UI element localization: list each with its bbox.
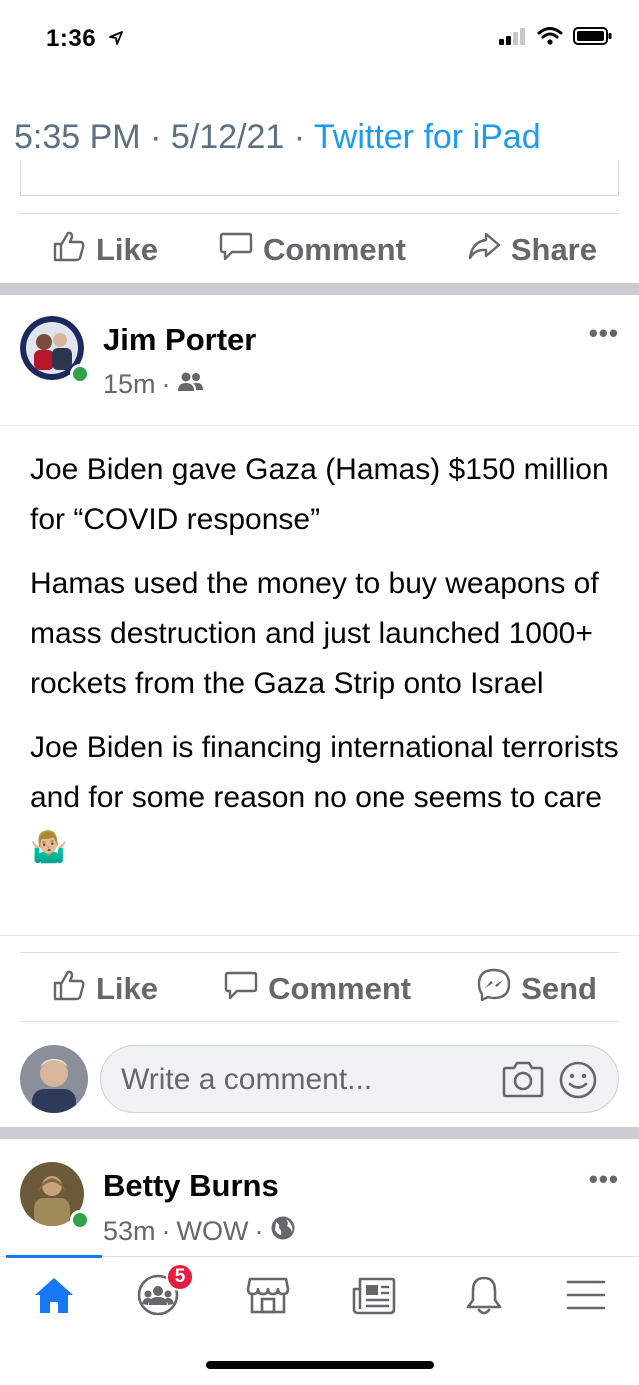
comment-button[interactable]: Comment (219, 230, 406, 270)
post-paragraph: Hamas used the money to buy weapons of m… (30, 567, 599, 700)
newspaper-icon (352, 1275, 396, 1320)
home-icon (33, 1275, 75, 1320)
post-meta: 15m · (103, 369, 205, 400)
current-user-avatar[interactable] (20, 1045, 88, 1113)
post-options-icon[interactable]: ••• (589, 318, 619, 349)
online-status-dot (70, 1210, 90, 1230)
status-time: 1:36 (46, 24, 124, 53)
like-button[interactable]: Like (52, 969, 158, 1009)
feed-separator (0, 1127, 639, 1139)
comment-button[interactable]: Comment (224, 969, 411, 1009)
camera-icon[interactable] (502, 1060, 544, 1103)
actions-divider (20, 1021, 619, 1022)
meta-separator: · (161, 369, 171, 399)
send-button[interactable]: Send (477, 968, 597, 1010)
hamburger-menu-icon (566, 1278, 606, 1317)
groups-notification-badge: 5 (166, 1263, 194, 1291)
post-time[interactable]: 53m (103, 1216, 156, 1247)
online-status-dot (70, 364, 90, 384)
post-author-name[interactable]: Jim Porter (103, 322, 256, 358)
post-time[interactable]: 15m (103, 369, 156, 400)
wifi-icon (537, 26, 563, 51)
battery-icon (573, 26, 613, 51)
tab-notifications[interactable] (462, 1275, 506, 1319)
thumbs-up-icon (52, 969, 86, 1009)
location-arrow-icon (109, 24, 124, 52)
meta-separator: · (161, 1216, 171, 1246)
tab-marketplace[interactable] (246, 1275, 290, 1319)
tab-home[interactable] (32, 1275, 76, 1319)
comment-placeholder: Write a comment... (121, 1063, 373, 1096)
share-arrow-icon (467, 231, 501, 269)
post-feeling: WOW (176, 1216, 249, 1246)
tab-menu[interactable] (564, 1275, 608, 1319)
bell-icon (464, 1274, 504, 1321)
marketplace-storefront-icon (246, 1275, 290, 1320)
status-bar: 1:36 (0, 0, 639, 78)
embedded-tweet-frame (20, 160, 619, 196)
friends-audience-icon (177, 369, 205, 400)
previous-post-actions: Like Comment Share (20, 213, 619, 285)
globe-public-icon (270, 1215, 296, 1248)
tab-groups[interactable]: 5 (136, 1263, 194, 1319)
share-button[interactable]: Share (467, 231, 597, 269)
post-paragraph: Joe Biden is financing international ter… (30, 731, 619, 864)
comment-bubble-icon (224, 969, 258, 1009)
post-options-icon[interactable]: ••• (589, 1164, 619, 1195)
messenger-icon (477, 968, 511, 1010)
post-meta: 53m · WOW · (103, 1215, 296, 1248)
post-text: Joe Biden gave Gaza (Hamas) $150 million… (30, 445, 620, 887)
bottom-tab-bar: 5 (0, 1255, 639, 1336)
thumbs-up-icon (52, 230, 86, 270)
feed-separator (0, 283, 639, 295)
post-paragraph: Joe Biden gave Gaza (Hamas) $150 million… (30, 453, 609, 536)
cellular-signal-icon (499, 27, 527, 50)
active-tab-indicator (6, 1255, 102, 1258)
post-header-divider (0, 425, 639, 426)
tweet-timestamp: 5:35 PM · 5/12/21 · Twitter for iPad (14, 118, 541, 156)
meta-separator: · (254, 1216, 264, 1246)
tab-news[interactable] (352, 1275, 396, 1319)
like-button[interactable]: Like (52, 230, 158, 270)
comment-bubble-icon (219, 230, 253, 270)
home-indicator[interactable] (206, 1361, 434, 1369)
status-icons (499, 26, 613, 51)
comment-input[interactable]: Write a comment... (100, 1045, 619, 1113)
post-actions: Like Comment Send (20, 952, 619, 1024)
post-author-name[interactable]: Betty Burns (103, 1168, 279, 1204)
tweet-source-link[interactable]: Twitter for iPad (314, 118, 541, 156)
post-body-divider (0, 935, 639, 936)
emoji-icon[interactable] (558, 1060, 598, 1105)
